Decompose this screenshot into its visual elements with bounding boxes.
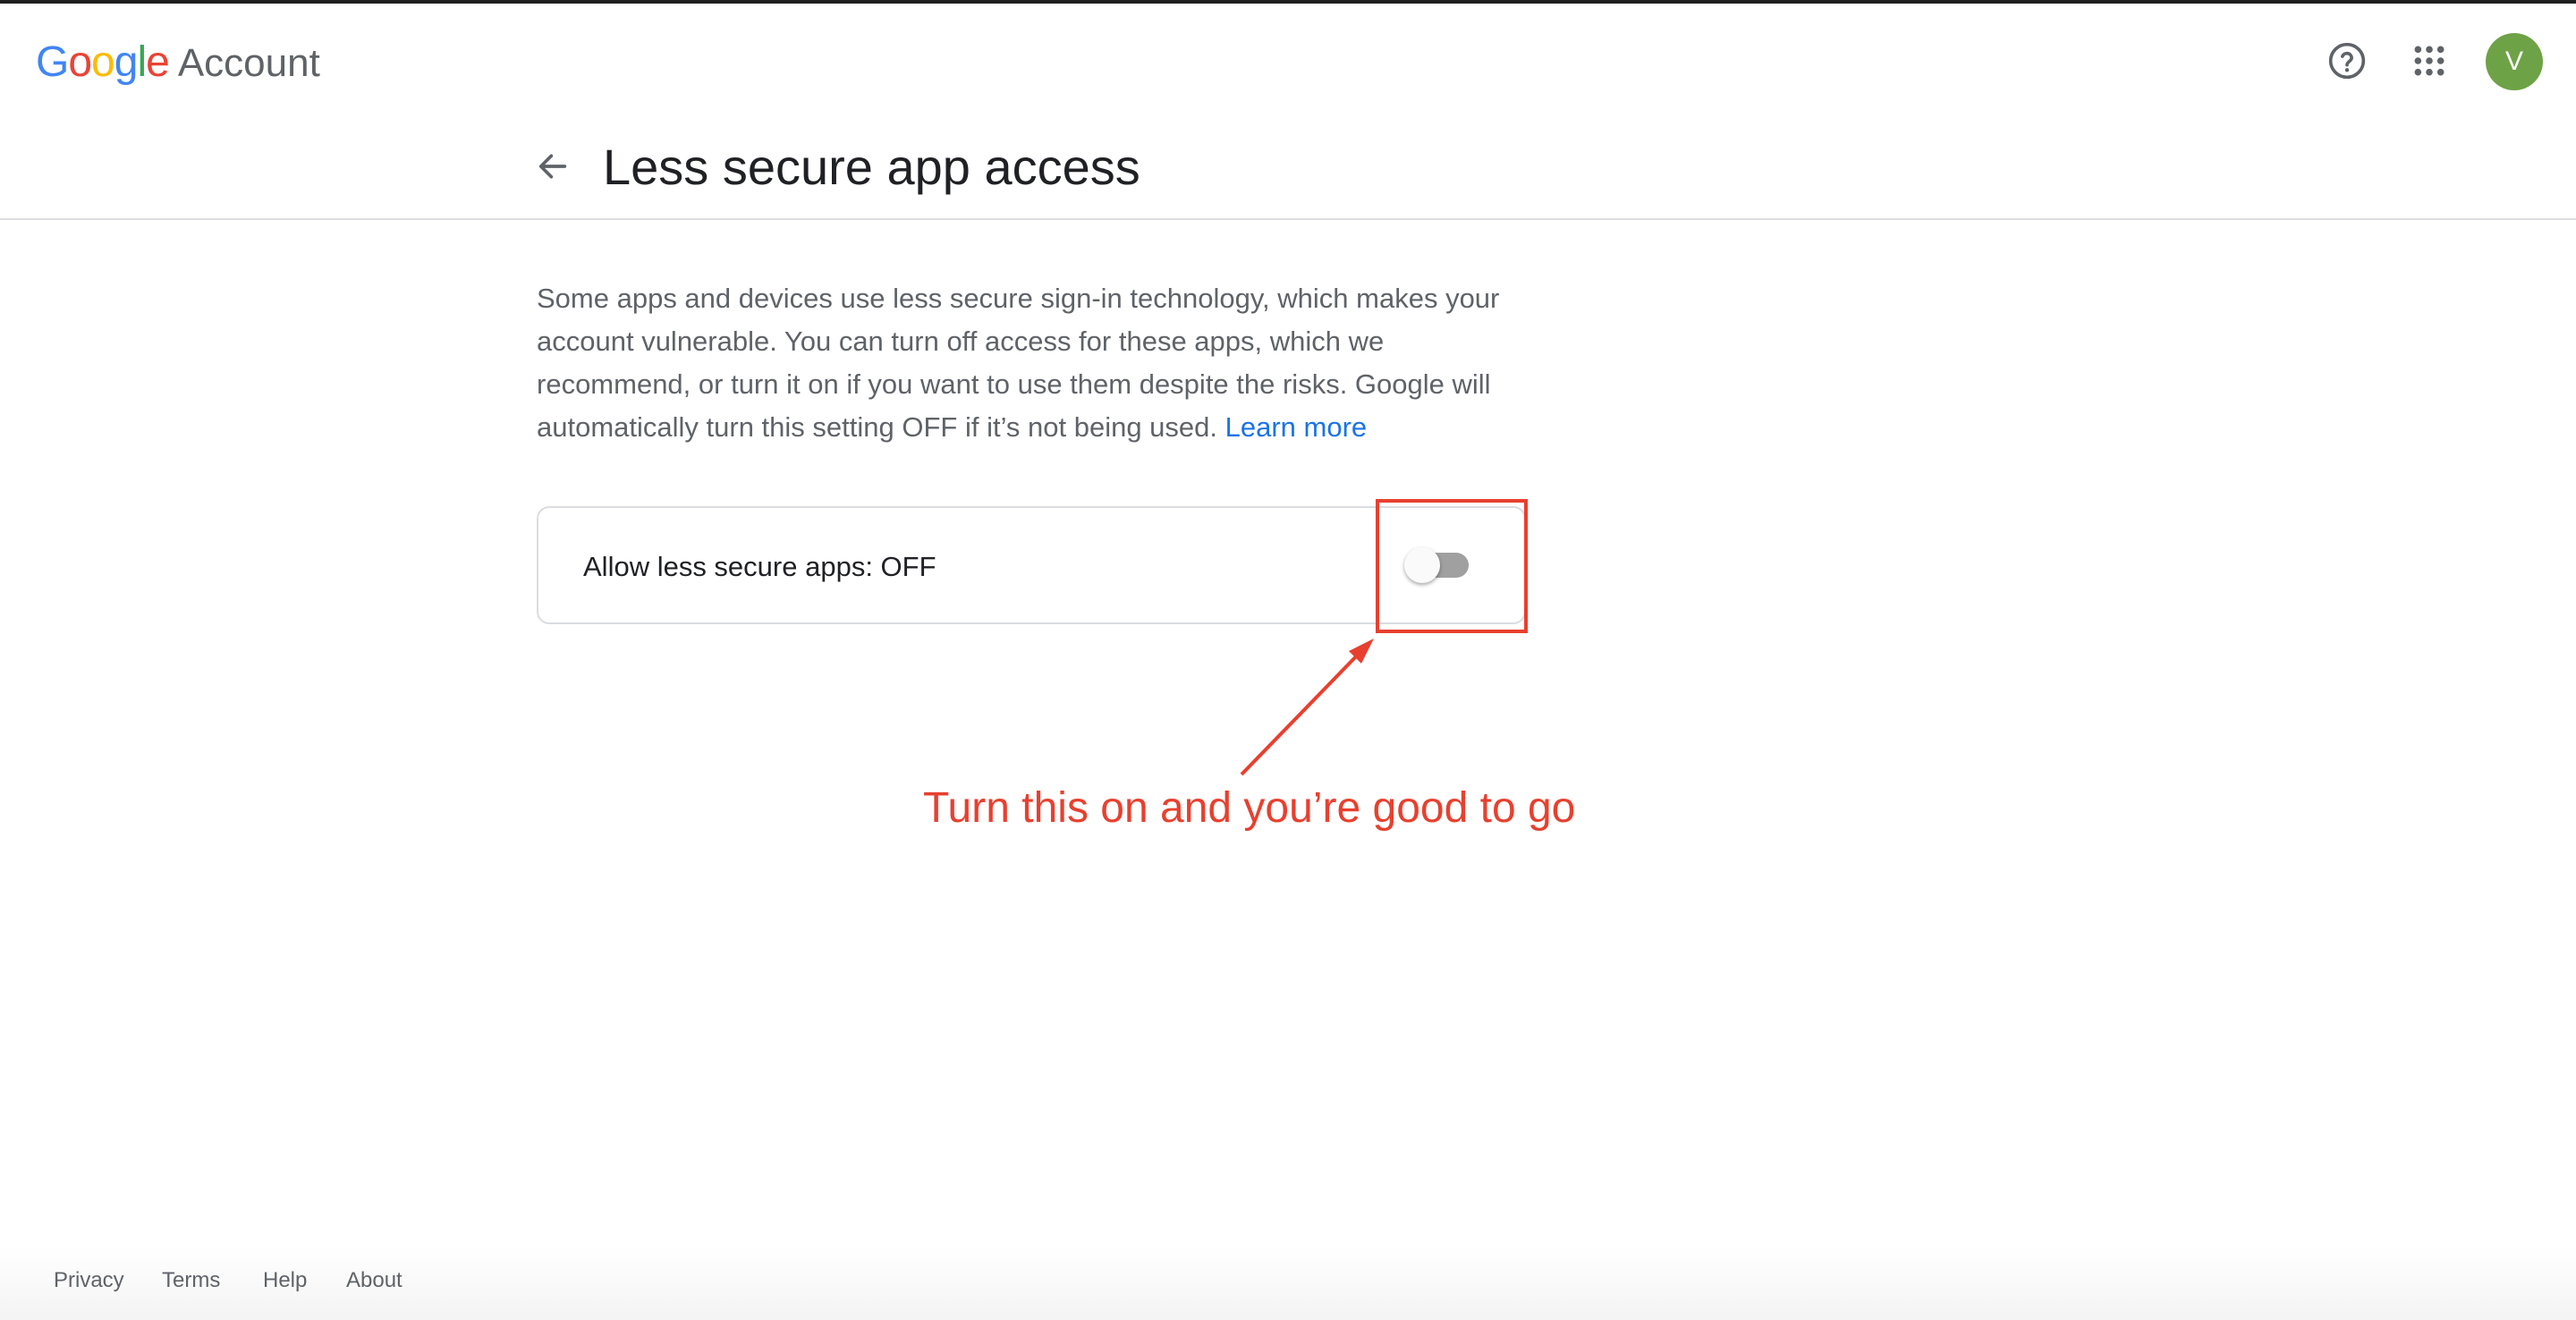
logo-letter: g	[114, 38, 139, 86]
arrow-left-icon	[538, 154, 567, 179]
footer-link-about[interactable]: About	[346, 1268, 402, 1293]
learn-more-link[interactable]: Learn more	[1225, 411, 1368, 443]
annotation-highlight-box	[1376, 499, 1528, 633]
logo-letter: e	[146, 38, 170, 86]
page-title: Less secure app access	[603, 139, 1140, 195]
account-avatar[interactable]: V	[2486, 33, 2543, 90]
google-wordmark: Google	[36, 38, 170, 87]
footer: Privacy Terms Help About	[0, 1247, 2576, 1320]
description-paragraph: Some apps and devices use less secure si…	[537, 277, 1512, 449]
page: Google Account V Less secure app access …	[0, 0, 2576, 1320]
setting-label: Allow less secure apps: OFF	[583, 551, 936, 582]
logo-letter: o	[68, 38, 92, 86]
help-button[interactable]	[2320, 34, 2374, 88]
logo-letter: o	[91, 38, 115, 86]
google-account-logo[interactable]: Google Account	[36, 38, 320, 91]
apps-button[interactable]	[2402, 34, 2456, 88]
footer-link-help[interactable]: Help	[263, 1268, 307, 1293]
app-header: Google Account V	[0, 4, 2576, 120]
annotation-arrow	[1240, 639, 1374, 776]
apps-grid-icon	[2414, 46, 2445, 76]
back-button[interactable]	[526, 140, 580, 193]
page-title-bar: Less secure app access	[0, 120, 2576, 220]
logo-letter: G	[36, 38, 69, 86]
account-label: Account	[177, 41, 320, 85]
annotation-text: Turn this on and you’re good to go	[923, 784, 1576, 832]
help-circle-icon	[2328, 42, 2366, 80]
logo-letter: l	[137, 38, 147, 86]
footer-link-terms[interactable]: Terms	[162, 1268, 220, 1293]
footer-link-privacy[interactable]: Privacy	[54, 1268, 124, 1293]
